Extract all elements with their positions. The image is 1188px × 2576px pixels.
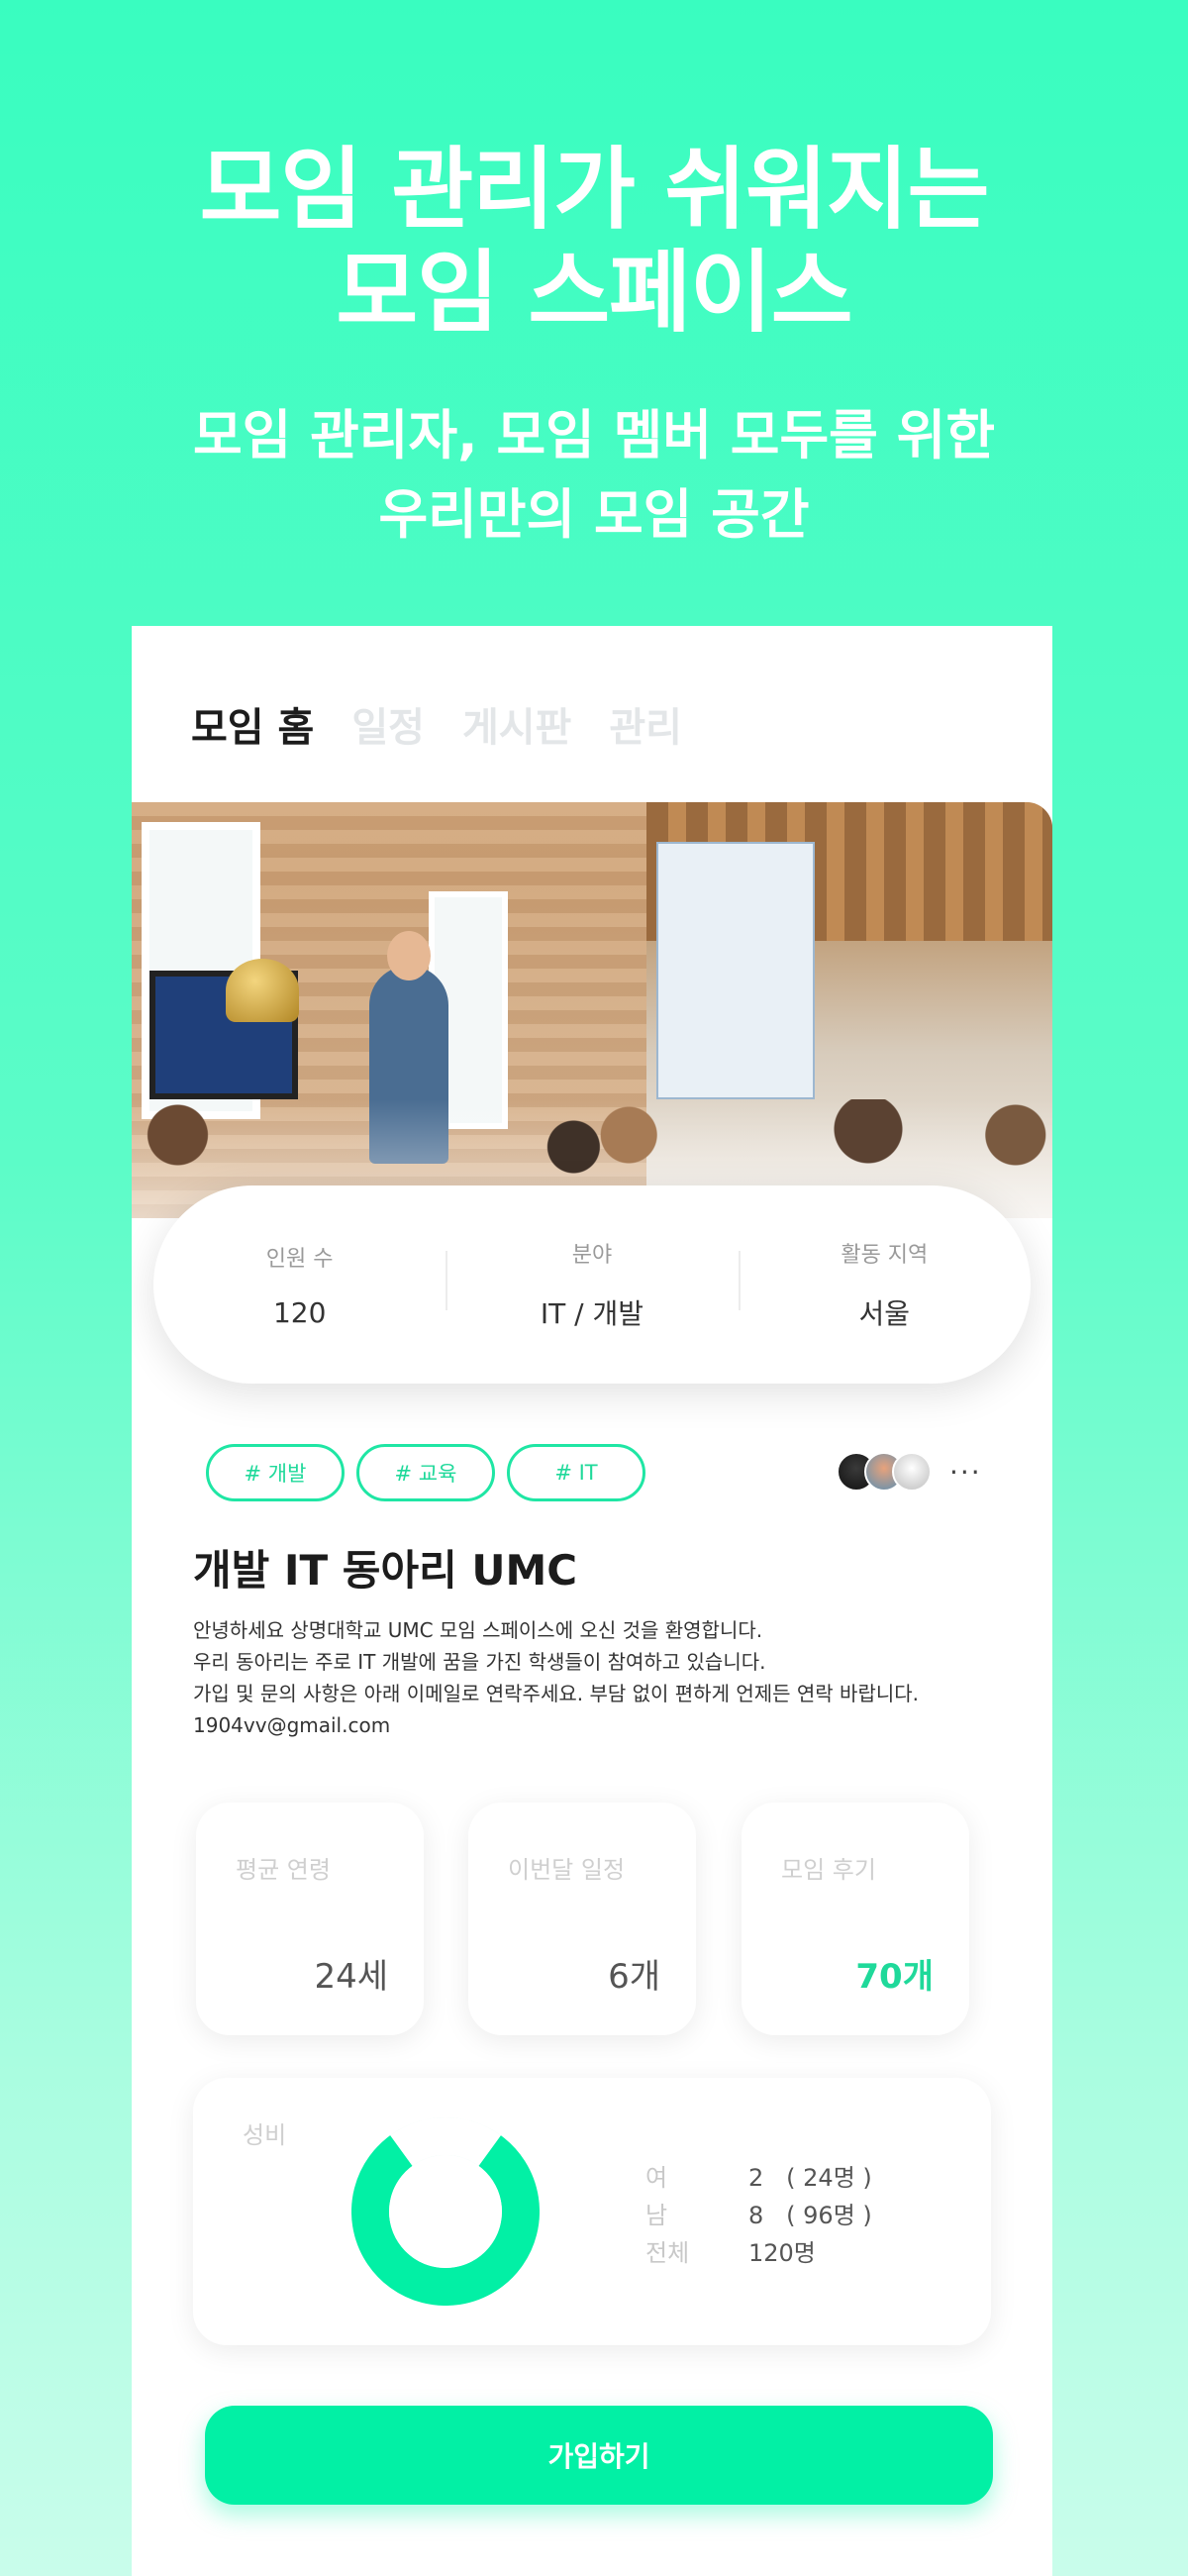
gender-legend: 여 2 ( 24명 ) 남 8 ( 96명 ) 전체 120명 xyxy=(645,2159,872,2272)
club-stats: 인원 수 120 분야 IT / 개발 활동 지역 서울 xyxy=(153,1185,1031,1384)
tag-education[interactable]: # 교육 xyxy=(356,1444,495,1501)
avatar xyxy=(892,1452,932,1492)
stat-value: 서울 xyxy=(858,1297,911,1330)
tag-it[interactable]: # IT xyxy=(507,1444,645,1501)
tab-bar: 모임 홈 일정 게시판 관리 xyxy=(191,695,682,753)
legend-row-female: 여 2 ( 24명 ) xyxy=(645,2159,872,2197)
join-button[interactable]: 가입하기 xyxy=(205,2406,993,2505)
info-value: 6개 xyxy=(608,1957,660,1997)
app-screen: 모임 홈 일정 게시판 관리 인원 수 120 분야 IT / 개발 활동 지역… xyxy=(132,626,1052,2576)
info-card-monthly-schedule[interactable]: 이번달 일정 6개 xyxy=(468,1803,696,2035)
info-label: 모임 후기 xyxy=(781,1856,876,1884)
gender-label: 성비 xyxy=(243,2121,287,2149)
hero-subtitle-line1: 모임 관리자, 모임 멤버 모두를 위한 xyxy=(192,404,996,466)
stat-field: 분야 IT / 개발 xyxy=(446,1237,738,1332)
tag-dev[interactable]: # 개발 xyxy=(206,1444,345,1501)
gender-donut-chart xyxy=(351,2117,540,2306)
club-cover-photo xyxy=(132,802,1052,1218)
hero-title-line1: 모임 관리가 쉬워지는 xyxy=(199,138,990,242)
stat-label: 인원 수 xyxy=(265,1246,334,1272)
club-description-line: 가입 및 문의 사항은 아래 이메일로 연락주세요. 부담 없이 편하게 언제든… xyxy=(193,1682,920,1705)
stat-region: 활동 지역 서울 xyxy=(738,1237,1031,1332)
stat-label: 분야 xyxy=(571,1243,613,1268)
club-email: 1904vv@gmail.com xyxy=(193,1713,391,1737)
stat-label: 활동 지역 xyxy=(841,1243,929,1268)
legend-key: 여 xyxy=(645,2164,668,2192)
legend-value: 2 ( 24명 ) xyxy=(748,2164,872,2192)
legend-key: 전체 xyxy=(645,2239,690,2267)
club-title: 개발 IT 동아리 UMC xyxy=(193,1546,578,1595)
hero-subtitle: 모임 관리자, 모임 멤버 모두를 위한 우리만의 모임 공간 xyxy=(0,396,1188,555)
hero-subtitle-line2: 우리만의 모임 공간 xyxy=(378,483,810,546)
legend-value: 120명 xyxy=(748,2239,816,2267)
club-description: 안녕하세요 상명대학교 UMC 모임 스페이스에 오신 것을 환영합니다. 우리… xyxy=(193,1614,1015,1741)
member-avatars[interactable]: ··· xyxy=(837,1452,982,1492)
club-description-line: 우리 동아리는 주로 IT 개발에 꿈을 가진 학생들이 참여하고 있습니다. xyxy=(193,1650,766,1674)
tab-manage[interactable]: 관리 xyxy=(609,695,682,753)
legend-row-total: 전체 120명 xyxy=(645,2234,872,2272)
tab-schedule[interactable]: 일정 xyxy=(351,695,425,753)
gender-ratio-card: 성비 여 2 ( 24명 ) 남 8 ( 96명 ) 전체 120명 xyxy=(193,2078,991,2345)
info-label: 이번달 일정 xyxy=(508,1856,626,1884)
club-description-line: 안녕하세요 상명대학교 UMC 모임 스페이스에 오신 것을 환영합니다. xyxy=(193,1618,763,1642)
stat-value: 120 xyxy=(272,1295,327,1329)
tab-board[interactable]: 게시판 xyxy=(462,695,571,753)
info-value: 24세 xyxy=(314,1957,388,1997)
tag-list: # 개발 # 교육 # IT xyxy=(206,1444,645,1501)
more-members-icon[interactable]: ··· xyxy=(949,1456,982,1489)
legend-value: 8 ( 96명 ) xyxy=(748,2202,872,2229)
info-card-average-age: 평균 연령 24세 xyxy=(196,1803,424,2035)
legend-row-male: 남 8 ( 96명 ) xyxy=(645,2197,872,2234)
legend-key: 남 xyxy=(645,2202,668,2229)
hero-title-line2: 모임 스페이스 xyxy=(336,241,852,345)
info-label: 평균 연령 xyxy=(236,1856,331,1884)
stat-value: IT / 개발 xyxy=(540,1297,644,1330)
stat-members: 인원 수 120 xyxy=(153,1241,446,1329)
info-value: 70개 xyxy=(855,1957,934,1997)
info-card-reviews[interactable]: 모임 후기 70개 xyxy=(742,1803,969,2035)
tab-home[interactable]: 모임 홈 xyxy=(191,695,314,753)
donut-hole xyxy=(389,2155,502,2268)
hero-title: 모임 관리가 쉬워지는 모임 스페이스 xyxy=(0,139,1188,345)
